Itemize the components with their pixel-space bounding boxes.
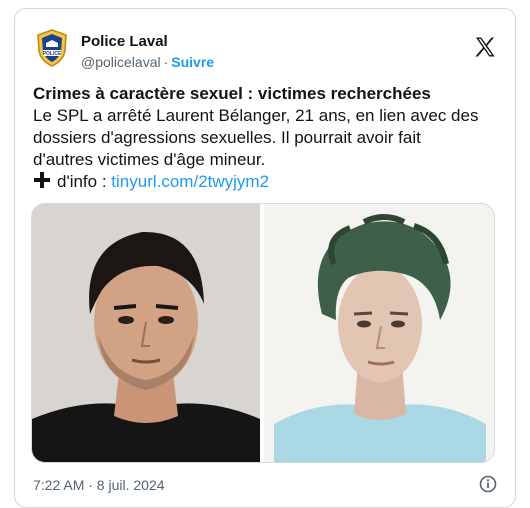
badge-text: POLICE xyxy=(43,51,62,57)
info-label: d'info : xyxy=(57,172,112,191)
plus-icon xyxy=(34,172,50,188)
info-line: d'info : tinyurl.com/2twyjym2 xyxy=(33,171,503,193)
x-logo-icon[interactable] xyxy=(473,35,497,59)
handle[interactable]: @policelaval xyxy=(81,54,161,70)
avatar[interactable]: POLICE xyxy=(33,29,71,67)
timestamp[interactable]: 7:22 AM · 8 juil. 2024 xyxy=(33,477,165,493)
post-text: Crimes à caractère sexuel : victimes rec… xyxy=(33,83,503,193)
portrait-right-image xyxy=(264,204,494,462)
post-footer: 7:22 AM · 8 juil. 2024 xyxy=(33,475,497,497)
police-badge-icon: POLICE xyxy=(37,29,67,67)
portrait-left-image xyxy=(32,204,260,462)
post-card[interactable]: POLICE Police Laval @policelaval · Suivre … xyxy=(14,8,516,508)
separator-dot: · xyxy=(163,54,169,70)
body-line: dossiers d'agressions sexuelles. Il pour… xyxy=(33,128,421,147)
post-header: POLICE Police Laval @policelaval · Suivre xyxy=(33,27,497,71)
body-line: d'autres victimes d'âge mineur. xyxy=(33,150,266,169)
info-icon[interactable] xyxy=(479,475,497,493)
media-grid[interactable] xyxy=(31,203,495,463)
follow-button[interactable]: Suivre xyxy=(171,54,214,70)
photo-right[interactable] xyxy=(264,204,494,462)
photo-left[interactable] xyxy=(32,204,260,462)
info-link[interactable]: tinyurl.com/2twyjym2 xyxy=(111,172,269,191)
display-name[interactable]: Police Laval xyxy=(81,33,214,51)
post-headline: Crimes à caractère sexuel : victimes rec… xyxy=(33,84,431,103)
body-line: Le SPL a arrêté Laurent Bélanger, 21 ans… xyxy=(33,106,479,125)
